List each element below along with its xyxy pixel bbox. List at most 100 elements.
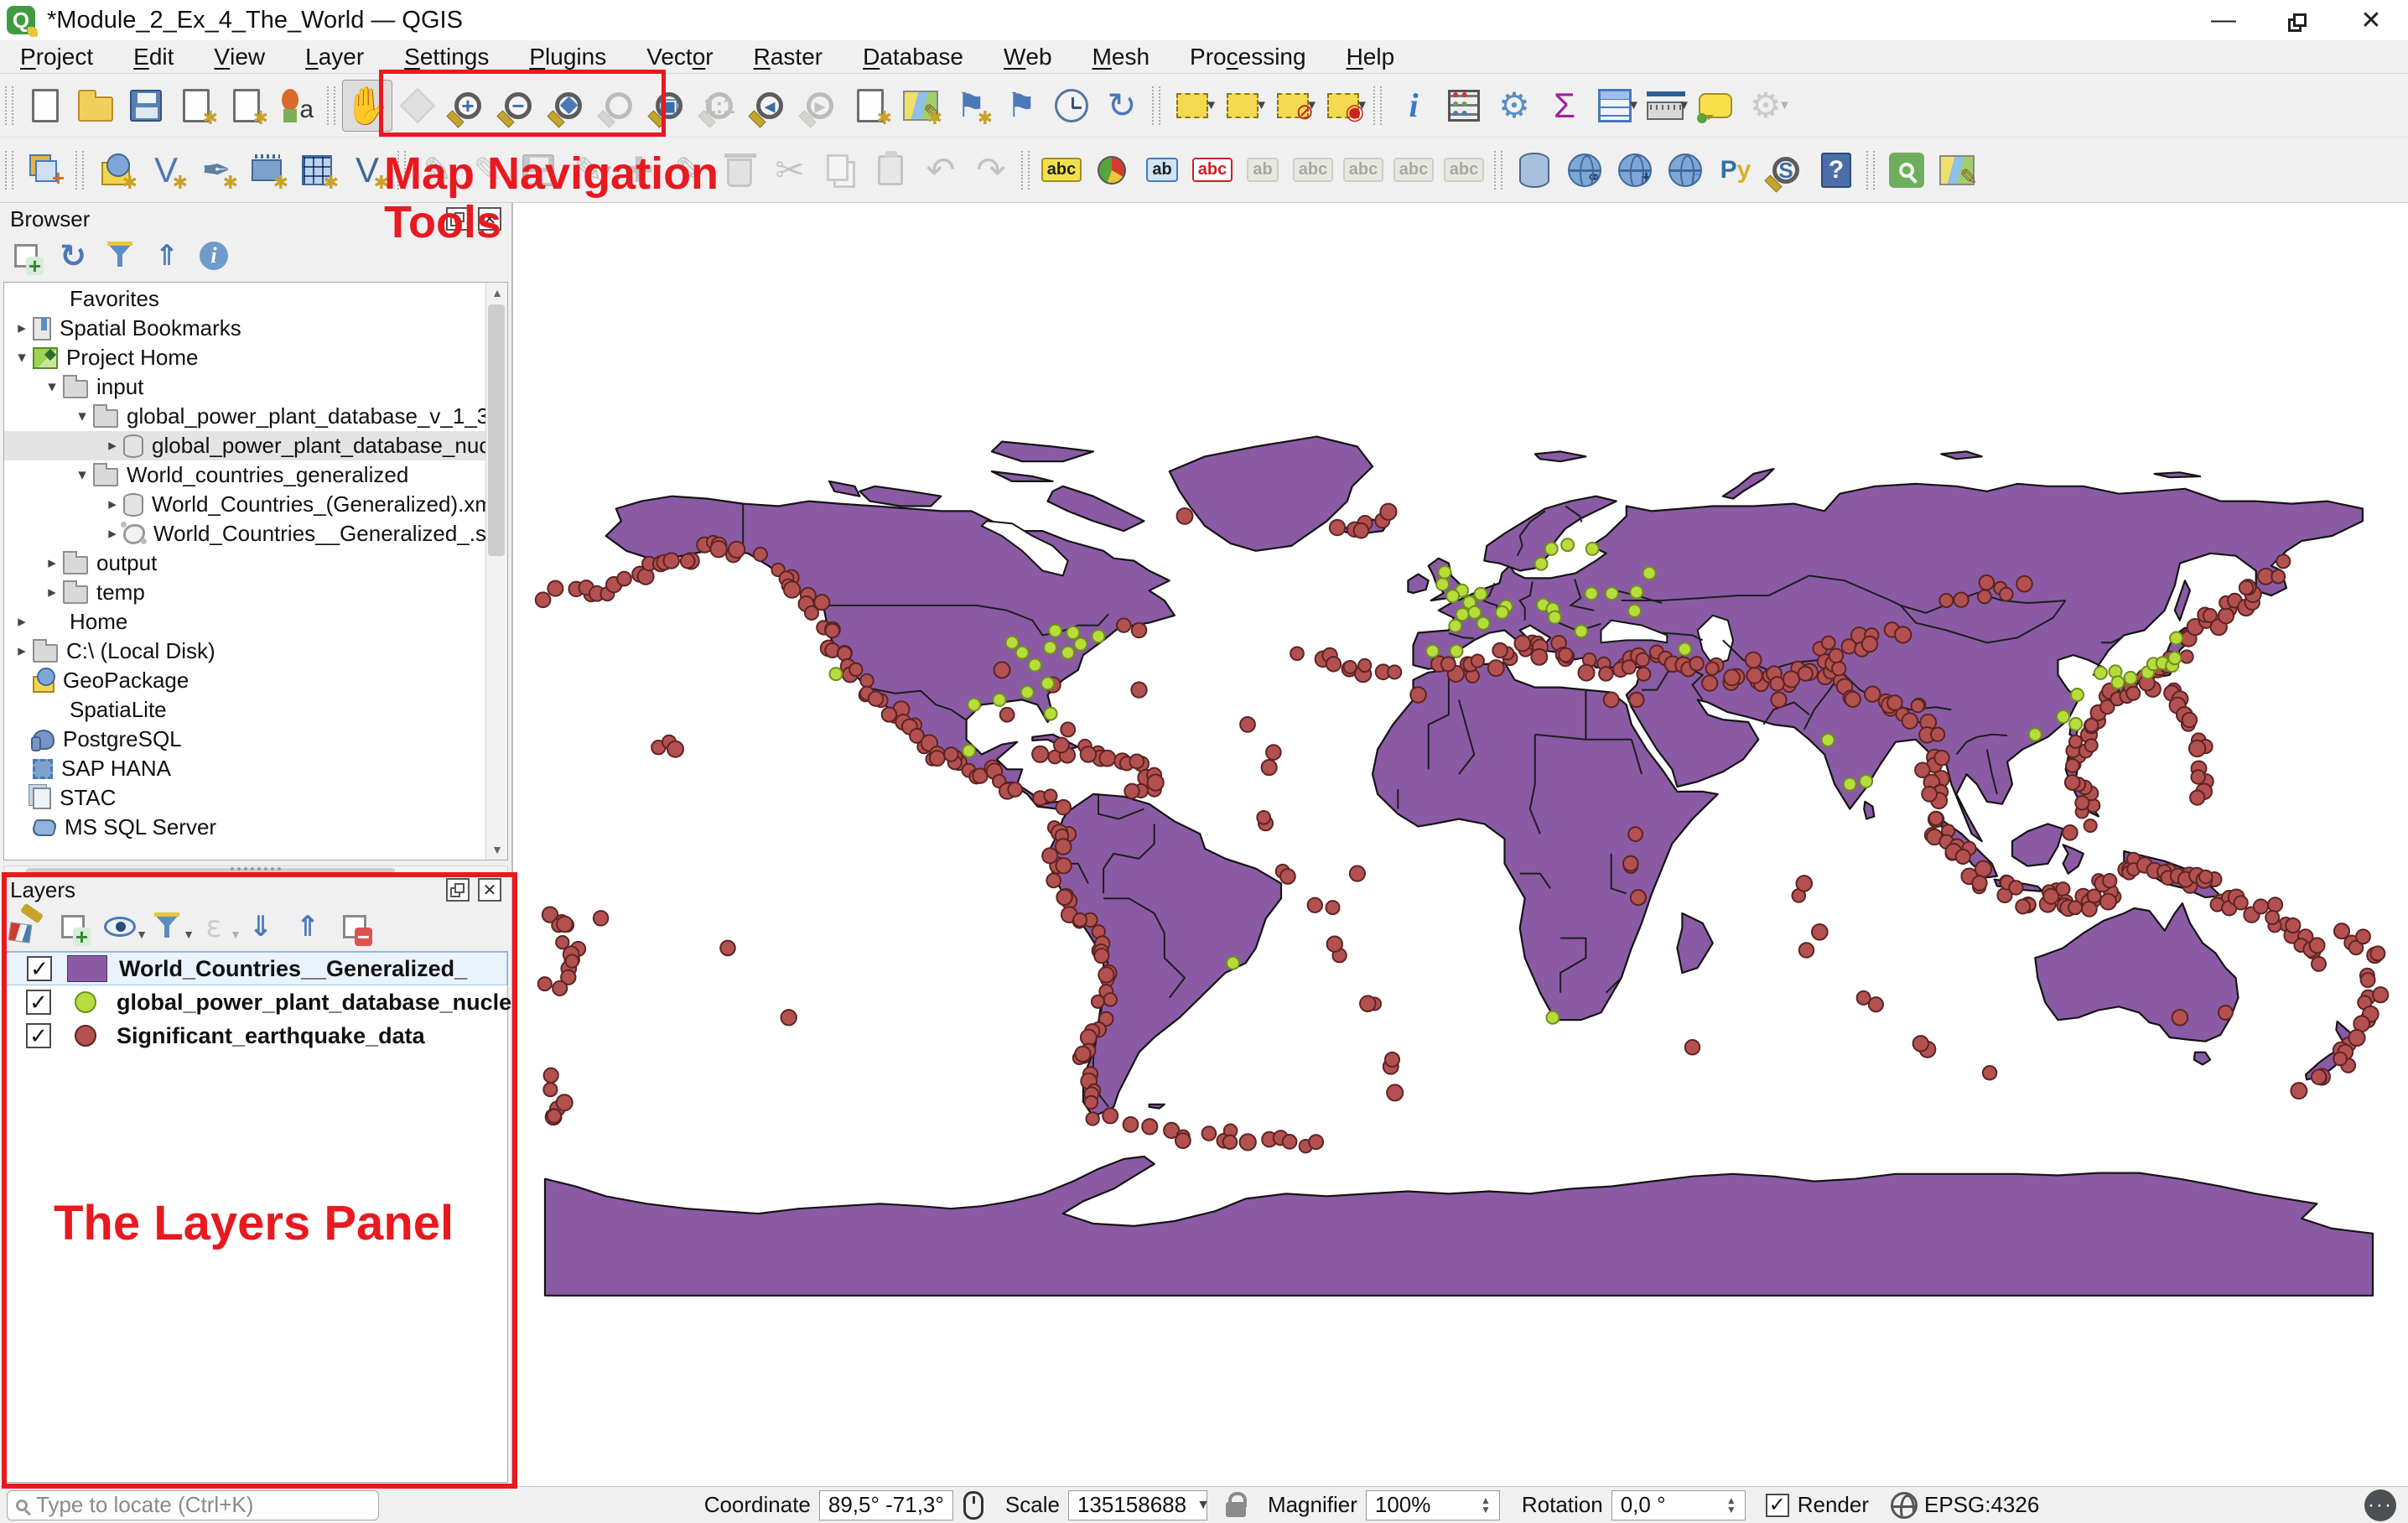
browser-refresh-icon[interactable]: ↻ [55, 238, 91, 273]
menu-processing[interactable]: Processing [1170, 40, 1326, 74]
measure-icon[interactable]: ▼ [1640, 80, 1690, 132]
layer-labeling-icon[interactable]: abc [1036, 144, 1087, 196]
expand-down-icon[interactable]: ▾ [71, 465, 93, 485]
globe-search-icon[interactable]: ◌ [1660, 144, 1710, 196]
select-features-icon[interactable]: ▼ [1167, 80, 1217, 132]
menu-help[interactable]: Help [1326, 40, 1415, 74]
expand-right-icon[interactable]: ▸ [101, 524, 123, 543]
refresh-map-icon[interactable]: ↻ [1097, 80, 1147, 132]
label-rotate-icon[interactable]: abc [1388, 144, 1439, 196]
toolbar-handle[interactable] [1021, 151, 1030, 190]
toggle-editing-icon[interactable]: ✎ [463, 144, 513, 196]
toolbar-handle[interactable] [5, 151, 13, 190]
toolbar-handle[interactable] [75, 151, 84, 190]
new-project-icon[interactable] [20, 80, 70, 132]
add-group-icon[interactable] [55, 909, 91, 944]
browser-item-stac[interactable]: STAC [4, 783, 485, 813]
expand-right-icon[interactable]: ▸ [11, 642, 33, 661]
menu-database[interactable]: Database [843, 40, 983, 74]
map-canvas[interactable] [513, 203, 2408, 1486]
browser-item-ms-sql-server[interactable]: MS SQL Server [4, 813, 485, 842]
field-calculator-sum-icon[interactable]: Σ [1539, 80, 1590, 132]
new-mesh-layer-icon[interactable]: ✱ [292, 144, 342, 196]
new-bookmark-icon[interactable]: ⚑ [996, 80, 1046, 132]
new-virtual-layer-icon[interactable]: V✱ [342, 144, 392, 196]
expand-all-icon[interactable]: ⇓ [243, 909, 278, 944]
browser-item-world-countries-folder[interactable]: ▾World_countries_generalized [4, 460, 485, 490]
layer-visibility-checkbox[interactable]: ✓ [26, 990, 51, 1015]
browser-item-sap-hana[interactable]: SAP HANA [4, 754, 485, 783]
browser-item-input[interactable]: ▾input [4, 372, 485, 402]
browser-item-gppd-folder[interactable]: ▾global_power_plant_database_v_1_3 [4, 402, 485, 431]
menu-layer[interactable]: Layer [285, 40, 384, 74]
cut-features-icon[interactable]: ✂ [765, 144, 815, 196]
map-tips-icon[interactable] [1690, 80, 1741, 132]
coordinate-input[interactable]: 89,5° -71,3° [819, 1490, 953, 1520]
zoom-out-icon[interactable]: − [493, 80, 543, 132]
browser-item-spatialite[interactable]: SpatiaLite [4, 695, 485, 725]
toolbar-handle[interactable] [1866, 151, 1875, 190]
expand-right-icon[interactable]: ▸ [41, 583, 63, 602]
layer-visibility-checkbox[interactable]: ✓ [26, 1023, 51, 1048]
toolbar-handle[interactable] [1494, 151, 1502, 190]
new-print-layout-icon[interactable]: ✱ [171, 80, 221, 132]
browser-item-world-countries-xml[interactable]: ▸World_Countries_(Generalized).xml [4, 490, 485, 519]
zoom-last-icon[interactable]: ◂ [745, 80, 795, 132]
browser-item-home[interactable]: ▸Home [4, 607, 485, 637]
zoom-in-icon[interactable]: + [443, 80, 493, 132]
close-button[interactable]: ✕ [2334, 0, 2408, 40]
browser-item-project-home[interactable]: ▾Project Home [4, 343, 485, 372]
new-temporary-scratch-layer-icon[interactable]: ✱ [241, 144, 292, 196]
zoom-native-icon[interactable]: 1:1 [694, 80, 745, 132]
identify-features-icon[interactable]: i [1388, 80, 1439, 132]
paste-features-icon[interactable] [865, 144, 916, 196]
data-source-manager-icon[interactable]: + [20, 144, 70, 196]
scale-combobox[interactable]: 135158688▼ [1068, 1490, 1207, 1520]
select-by-location-icon[interactable]: ◉▼ [1318, 80, 1368, 132]
expand-down-icon[interactable]: ▾ [11, 348, 33, 367]
menu-view[interactable]: View [194, 40, 285, 74]
layers-float-button[interactable] [446, 878, 470, 902]
save-project-icon[interactable] [121, 80, 171, 132]
browser-item-gppd-nuclear-gpkg[interactable]: ▸global_power_plant_database_nuclear.gp [4, 431, 485, 460]
statistical-summary-icon[interactable] [1439, 80, 1489, 132]
minimize-button[interactable]: — [2187, 0, 2260, 40]
manage-map-themes-icon[interactable]: ▼ [102, 909, 138, 944]
layers-close-button[interactable]: ✕ [478, 878, 501, 902]
spinner-icons[interactable]: ▲▼ [1726, 1496, 1736, 1515]
quick-map-services-icon[interactable] [1881, 144, 1932, 196]
toolbar-handle[interactable] [327, 86, 335, 125]
browser-close-button[interactable]: ✕ [478, 207, 501, 231]
osm-edit-icon[interactable] [1932, 144, 1982, 196]
menu-web[interactable]: Web [983, 40, 1072, 74]
zoom-to-layer-icon[interactable]: ▣ [644, 80, 694, 132]
browser-item-temp[interactable]: ▸temp [4, 578, 485, 607]
options-gear-icon[interactable]: ⚙ [1489, 80, 1539, 132]
menu-project[interactable]: Project [0, 40, 113, 74]
remove-layer-icon[interactable] [337, 909, 372, 944]
spinner-icons[interactable]: ▲▼ [1481, 1496, 1491, 1515]
layer-row-1[interactable]: ✓World_Countries__Generalized_ [4, 952, 507, 985]
label-pin-gray-icon[interactable]: ab [1238, 144, 1288, 196]
toolbar-handle[interactable] [5, 86, 13, 125]
browser-add-selected-layers-icon[interactable] [8, 238, 44, 273]
label-highlight-icon[interactable]: abc [1187, 144, 1238, 196]
expand-right-icon[interactable]: ▸ [41, 554, 63, 573]
rotation-spinbox[interactable]: 0,0 °▲▼ [1611, 1490, 1746, 1520]
crs-globe-icon[interactable] [1891, 1492, 1918, 1519]
processing-search-icon[interactable]: S [1761, 144, 1811, 196]
zoom-next-icon[interactable]: ▸ [795, 80, 845, 132]
browser-item-favorites[interactable]: Favorites [4, 284, 485, 314]
browser-item-output[interactable]: ▸output [4, 548, 485, 578]
pan-map-icon[interactable]: ✋ [342, 80, 392, 132]
layer-diagram-icon[interactable] [1087, 144, 1137, 196]
redo-icon[interactable]: ↷ [966, 144, 1016, 196]
add-wms-layer-icon[interactable]: + [1610, 144, 1660, 196]
toolbar-handle[interactable] [397, 151, 406, 190]
magnifier-spinbox[interactable]: 100%▲▼ [1366, 1490, 1500, 1520]
add-feature-icon[interactable]: ✎▼ [563, 144, 614, 196]
menu-edit[interactable]: Edit [113, 40, 194, 74]
filter-by-expression-icon[interactable]: ε▼ [196, 909, 231, 944]
expand-right-icon[interactable]: ▸ [101, 436, 123, 455]
toolbar-handle[interactable] [1152, 86, 1160, 125]
